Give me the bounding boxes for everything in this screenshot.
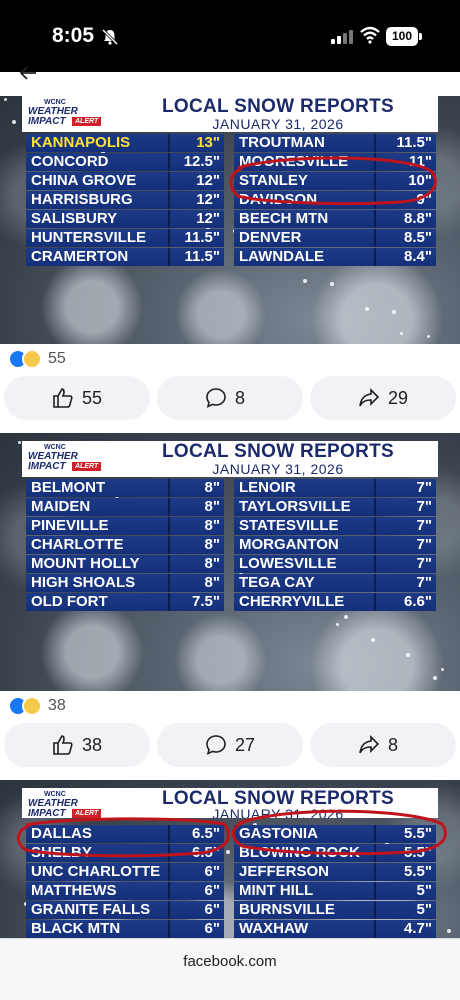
snow-table: BELMONT 8" MAIDEN 8" PINEVILLE 8" CHARLOTTE 8" M… [26, 433, 436, 691]
comment-button[interactable]: 8 [157, 376, 303, 420]
post-image-3[interactable]: WCNC WEATHER IMPACT ALERT LOCAL SNOW REP… [0, 780, 460, 938]
snow-amount: 8" [168, 555, 224, 573]
town-name: MORGANTON [239, 536, 339, 553]
browser-bottom-bar: facebook.com [0, 938, 460, 1000]
snow-row: CHERRYVILLE 6.6" [234, 593, 436, 611]
snow-amount: 7" [374, 536, 436, 554]
town-name: LOWESVILLE [239, 555, 337, 572]
wow-reaction-icon [22, 696, 42, 716]
snow-row: CHARLOTTE 8" [26, 536, 224, 554]
comment-count: 8 [235, 388, 246, 408]
snow-row: TAYLORSVILLE 7" [234, 498, 436, 516]
town-name: BELMONT [31, 479, 106, 496]
town-name: TAYLORSVILLE [239, 498, 351, 515]
like-button[interactable]: 38 [4, 723, 150, 767]
snow-row: PINEVILLE 8" [26, 517, 224, 535]
comment-count: 27 [235, 735, 256, 755]
share-button[interactable]: 8 [310, 723, 456, 767]
share-icon [359, 735, 380, 754]
snowflake [18, 441, 21, 444]
thumbs-up-icon [53, 388, 73, 408]
wifi-icon [360, 26, 380, 44]
snow-amount: 6.6" [374, 593, 436, 611]
battery-cap [419, 33, 422, 40]
snow-row: OLD FORT 7.5" [26, 593, 224, 611]
town-name: TEGA CAY [239, 574, 315, 591]
town-name: CHARLOTTE [31, 536, 124, 553]
reaction-count: 38 [48, 697, 66, 714]
snow-amount: 8" [168, 536, 224, 554]
snowflake [441, 668, 444, 671]
status-time: 8:05 [52, 24, 95, 47]
town-name: LENOIR [239, 479, 296, 496]
town-name: HIGH SHOALS [31, 574, 136, 591]
snow-row: MORGANTON 7" [234, 536, 436, 554]
wow-reaction-icon [22, 349, 42, 369]
post-image-1[interactable]: WCNC WEATHER IMPACT ALERT LOCAL SNOW REP… [0, 96, 460, 344]
status-bar: 8:05 100 [0, 0, 460, 72]
like-button[interactable]: 55 [4, 376, 150, 420]
snow-amount: 7" [374, 517, 436, 535]
snow-row: LOWESVILLE 7" [234, 555, 436, 573]
reaction-count: 55 [48, 350, 66, 367]
snow-row: LENOIR 7" [234, 479, 436, 497]
snow-row: STATESVILLE 7" [234, 517, 436, 535]
share-icon [359, 388, 380, 407]
snow-row: HIGH SHOALS 8" [26, 574, 224, 592]
snow-row: MAIDEN 8" [26, 498, 224, 516]
red-circle-annotation [229, 156, 437, 206]
snow-amount: 8" [168, 517, 224, 535]
town-name: MAIDEN [31, 498, 91, 515]
snow-amount: 7" [374, 498, 436, 516]
comment-icon [206, 388, 226, 408]
like-count: 38 [82, 735, 103, 755]
town-name: CHERRYVILLE [239, 593, 345, 610]
town-name: STATESVILLE [239, 517, 339, 534]
url-label[interactable]: facebook.com [0, 953, 460, 970]
snow-row: MOUNT HOLLY 8" [26, 555, 224, 573]
like-count: 55 [82, 388, 103, 408]
share-count: 8 [388, 735, 399, 755]
cellular-signal-icon [331, 30, 353, 44]
snow-amount: 7" [374, 574, 436, 592]
town-name: MOUNT HOLLY [31, 555, 140, 572]
share-button[interactable]: 29 [310, 376, 456, 420]
comment-button[interactable]: 27 [157, 723, 303, 767]
comment-icon [206, 735, 226, 755]
bell-off-icon [101, 28, 119, 46]
snow-amount: 8" [168, 574, 224, 592]
share-count: 29 [388, 388, 409, 408]
snow-amount: 8" [168, 498, 224, 516]
red-circle-annotation [16, 809, 447, 858]
snow-amount: 7" [374, 555, 436, 573]
back-arrow-icon[interactable] [18, 64, 38, 82]
post-image-2[interactable]: WCNC WEATHER IMPACT ALERT LOCAL SNOW REP… [0, 433, 460, 691]
town-name: OLD FORT [31, 593, 108, 610]
snow-row: TEGA CAY 7" [234, 574, 436, 592]
battery-indicator: 100 [386, 27, 418, 46]
snow-amount: 7" [374, 479, 436, 497]
thumbs-up-icon [53, 735, 73, 755]
snow-amount: 8" [168, 479, 224, 497]
snow-row: BELMONT 8" [26, 479, 224, 497]
snow-amount: 7.5" [168, 593, 224, 611]
nav-bar [0, 72, 460, 96]
town-name: PINEVILLE [31, 517, 109, 534]
